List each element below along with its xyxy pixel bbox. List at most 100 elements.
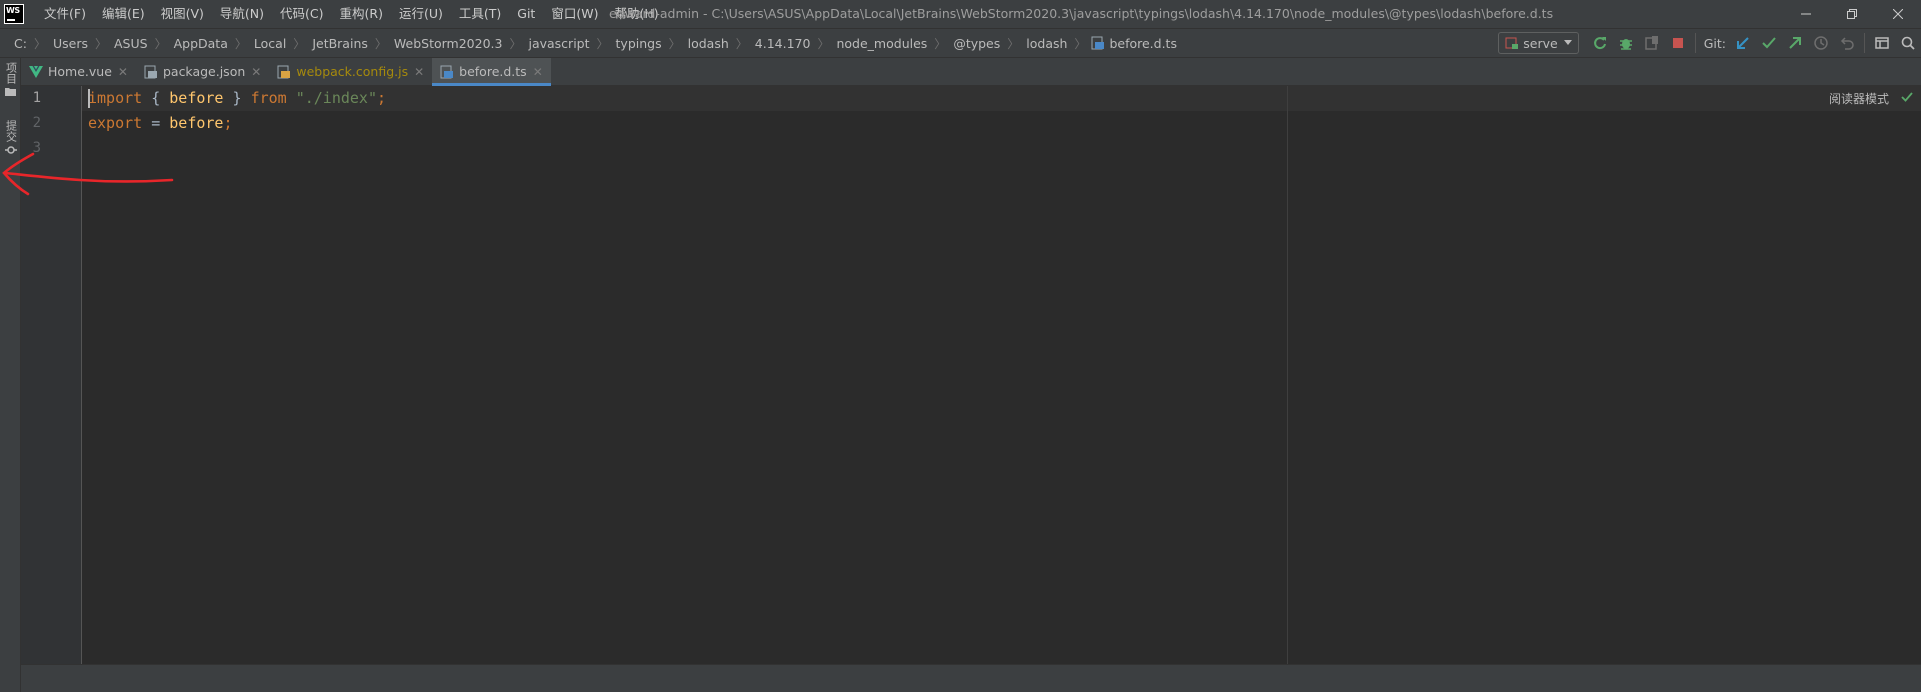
git-update-button[interactable] (1730, 30, 1756, 56)
json-file-icon (144, 65, 158, 79)
close-tab-icon[interactable]: ✕ (251, 65, 261, 79)
code-token: export (88, 114, 143, 132)
arrow-up-right-icon (1789, 37, 1801, 49)
run-configuration-selector[interactable]: serve (1498, 32, 1579, 54)
breadcrumb-item[interactable]: ASUS (109, 36, 153, 51)
menu-run[interactable]: 运行(U) (391, 0, 451, 28)
restore-button[interactable] (1829, 0, 1875, 28)
tab-before-d-ts[interactable]: before.d.ts ✕ (432, 58, 551, 86)
coverage-button[interactable] (1639, 30, 1665, 56)
clock-icon (1814, 36, 1828, 50)
code-line[interactable] (88, 136, 386, 161)
tab-package-json[interactable]: package.json ✕ (136, 58, 269, 85)
rerun-icon (1593, 37, 1606, 50)
chevron-right-icon: 〉 (234, 36, 247, 51)
breadcrumb-item[interactable]: 4.14.170 (750, 36, 816, 51)
search-everywhere-button[interactable] (1895, 30, 1921, 56)
toolbar-divider (1864, 33, 1865, 53)
inspection-ok-check-icon[interactable] (1901, 91, 1913, 103)
line-number: 2 (32, 115, 41, 131)
bug-icon (1619, 39, 1632, 50)
reader-mode-toggle[interactable]: 阅读器模式 (1829, 90, 1889, 107)
presentation-mode-button[interactable] (1869, 30, 1895, 56)
vue-icon (29, 65, 43, 79)
breadcrumb-item[interactable]: typings (611, 36, 667, 51)
menu-refactor[interactable]: 重构(R) (332, 0, 391, 28)
folder-icon (4, 88, 16, 96)
git-history-button[interactable] (1808, 30, 1834, 56)
project-tool-label: 项目 (4, 62, 18, 84)
editor-gutter[interactable]: 1 2 3 (21, 86, 82, 664)
chevron-right-icon: 〉 (293, 36, 306, 51)
git-label: Git: (1703, 35, 1726, 51)
title-bar: WS 文件(F) 编辑(E) 视图(V) 导航(N) 代码(C) 重构(R) 运… (0, 0, 1921, 28)
code-token: before (169, 114, 224, 132)
coverage-icon (1644, 36, 1658, 50)
line-number: 3 (32, 140, 41, 156)
breadcrumb-item[interactable]: Users (48, 36, 93, 51)
breadcrumb: C: 〉 Users 〉 ASUS 〉 AppData 〉 Local 〉 Je… (14, 28, 1182, 58)
chevron-right-icon: 〉 (1007, 36, 1020, 51)
code-content[interactable]: import { before } from "./index"; export … (88, 86, 386, 161)
breadcrumb-item[interactable]: lodash (683, 36, 734, 51)
git-commit-button[interactable] (1756, 30, 1782, 56)
left-tool-strip: 项目 提交 (0, 58, 21, 692)
breadcrumb-item[interactable]: node_modules (831, 36, 932, 51)
close-tab-icon[interactable]: ✕ (118, 65, 128, 79)
ts-file-icon (1091, 36, 1105, 50)
breadcrumb-item[interactable]: WebStorm2020.3 (389, 36, 508, 51)
breadcrumb-item[interactable]: AppData (169, 36, 233, 51)
code-token: { (142, 89, 170, 107)
code-line[interactable]: import { before } from "./index"; (88, 86, 386, 111)
stop-button[interactable] (1665, 30, 1691, 56)
code-editor[interactable]: 1 2 3 import { before } from "./index"; e… (21, 86, 1921, 664)
line-number: 1 (32, 90, 41, 106)
tab-label: Home.vue (48, 64, 112, 79)
menu-tools[interactable]: 工具(T) (451, 0, 509, 28)
menu-code[interactable]: 代码(C) (272, 0, 331, 28)
search-icon (1901, 36, 1915, 50)
check-icon (1762, 37, 1776, 49)
breadcrumb-item[interactable]: @types (948, 36, 1005, 51)
menu-window[interactable]: 窗口(W) (543, 0, 606, 28)
menu-navigate[interactable]: 导航(N) (212, 0, 272, 28)
breadcrumb-current-file[interactable]: before.d.ts (1088, 36, 1182, 51)
menu-git[interactable]: Git (509, 0, 543, 28)
debug-button[interactable] (1613, 30, 1639, 56)
logo-text: WS (6, 6, 20, 15)
webstorm-logo-icon: WS (4, 4, 24, 24)
commit-tool-label: 提交 (4, 120, 18, 142)
code-token: ; (377, 89, 387, 107)
tab-label: before.d.ts (459, 64, 527, 79)
chevron-right-icon: 〉 (934, 36, 947, 51)
rerun-button[interactable] (1587, 30, 1613, 56)
project-tool-button[interactable]: 项目 (1, 62, 20, 97)
minimize-button[interactable] (1783, 0, 1829, 28)
undo-icon (1840, 37, 1854, 50)
breadcrumb-item[interactable]: Local (249, 36, 291, 51)
breadcrumb-item[interactable]: C: (14, 36, 32, 51)
code-line[interactable]: export = before; (88, 111, 386, 136)
breadcrumb-item[interactable]: javascript (523, 36, 594, 51)
menu-edit[interactable]: 编辑(E) (94, 0, 153, 28)
breadcrumb-item[interactable]: lodash (1021, 36, 1072, 51)
tab-home-vue[interactable]: Home.vue ✕ (21, 58, 136, 85)
close-icon (1893, 9, 1903, 19)
code-token: before (169, 89, 224, 107)
close-tab-icon[interactable]: ✕ (414, 65, 424, 79)
git-rollback-button[interactable] (1834, 30, 1860, 56)
close-tab-icon[interactable]: ✕ (533, 65, 543, 79)
tab-label: webpack.config.js (296, 64, 409, 79)
tab-webpack-config-js[interactable]: webpack.config.js ✕ (269, 58, 432, 85)
commit-tool-button[interactable]: 提交 (1, 120, 20, 155)
chevron-right-icon: 〉 (817, 36, 830, 51)
js-file-icon (277, 65, 291, 79)
commit-icon (4, 146, 17, 154)
menu-view[interactable]: 视图(V) (153, 0, 212, 28)
close-window-button[interactable] (1875, 0, 1921, 28)
menu-file[interactable]: 文件(F) (36, 0, 94, 28)
breadcrumb-item[interactable]: JetBrains (307, 36, 373, 51)
npm-config-icon (1505, 37, 1519, 49)
git-push-button[interactable] (1782, 30, 1808, 56)
window-title: edward-admin - C:\Users\ASUS\AppData\Loc… (609, 6, 1554, 21)
